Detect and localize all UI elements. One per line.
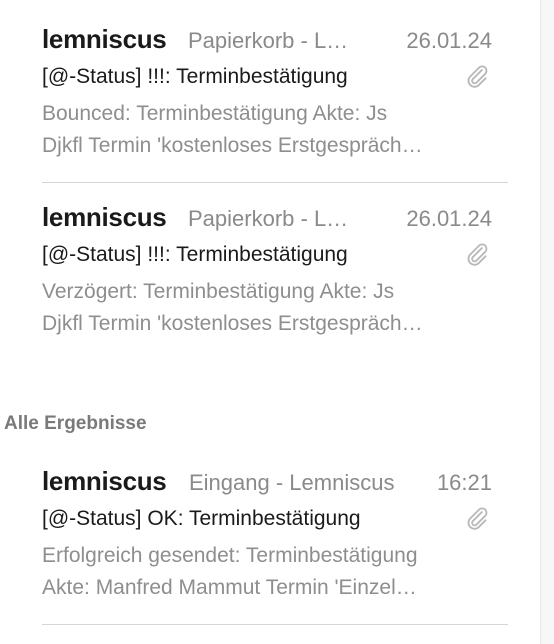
message-subject: [@-Status] !!!: Terminbestätigung xyxy=(42,243,348,266)
message-item[interactable]: lemniscus Eingang - Lemniscus 16:21 [@-S… xyxy=(42,466,508,604)
message-header-row: lemniscus Papierkorb - L… 26.01.24 xyxy=(42,24,508,58)
message-sender: lemniscus xyxy=(42,202,167,232)
section-header-all-results: Alle Ergebnisse xyxy=(4,413,147,434)
message-sender: lemniscus xyxy=(42,24,167,54)
pane-scroll-edge xyxy=(540,0,554,644)
message-preview-line: Erfolgreich gesendet: Terminbestätigung xyxy=(42,544,418,567)
message-preview: Verzögert: Terminbestätigung Akte: Js Dj… xyxy=(42,276,492,340)
message-item[interactable]: lemniscus Papierkorb - L… 26.01.24 [@-St… xyxy=(42,24,508,162)
divider xyxy=(42,624,508,625)
message-header-row: lemniscus Eingang - Lemniscus 16:21 xyxy=(42,466,508,500)
paperclip-icon xyxy=(467,507,488,530)
message-preview-line: Verzögert: Terminbestätigung Akte: Js xyxy=(42,280,395,303)
message-sender: lemniscus xyxy=(42,466,167,496)
message-date: 26.01.24 xyxy=(406,206,492,231)
message-list-pane: lemniscus Papierkorb - L… 26.01.24 [@-St… xyxy=(0,0,540,644)
message-item[interactable]: lemniscus Papierkorb - L… 26.01.24 [@-St… xyxy=(42,202,508,340)
paperclip-icon xyxy=(467,243,488,266)
message-folder: Eingang - Lemniscus xyxy=(189,470,395,495)
message-subject: [@-Status] !!!: Terminbestätigung xyxy=(42,65,348,88)
message-subject: [@-Status] OK: Terminbestätigung xyxy=(42,507,361,530)
paperclip-icon xyxy=(467,65,488,88)
message-preview-line: Djkfl Termin 'kostenloses Erstgespräch… xyxy=(42,134,423,157)
message-preview-line: Djkfl Termin 'kostenloses Erstgespräch… xyxy=(42,312,423,335)
message-subject-row: [@-Status] OK: Terminbestätigung xyxy=(42,504,508,538)
message-folder: Papierkorb - L… xyxy=(188,28,349,53)
message-folder: Papierkorb - L… xyxy=(188,206,349,231)
divider xyxy=(42,182,508,183)
message-date: 26.01.24 xyxy=(406,28,492,53)
message-date: 16:21 xyxy=(436,470,492,495)
message-subject-row: [@-Status] !!!: Terminbestätigung xyxy=(42,62,508,96)
message-preview-line: Akte: Manfred Mammut Termin 'Einzel… xyxy=(42,576,417,599)
message-preview: Erfolgreich gesendet: Terminbestätigung … xyxy=(42,540,492,604)
message-subject-row: [@-Status] !!!: Terminbestätigung xyxy=(42,240,508,274)
message-preview: Bounced: Terminbestätigung Akte: Js Djkf… xyxy=(42,98,492,162)
message-header-row: lemniscus Papierkorb - L… 26.01.24 xyxy=(42,202,508,236)
message-preview-line: Bounced: Terminbestätigung Akte: Js xyxy=(42,102,388,125)
